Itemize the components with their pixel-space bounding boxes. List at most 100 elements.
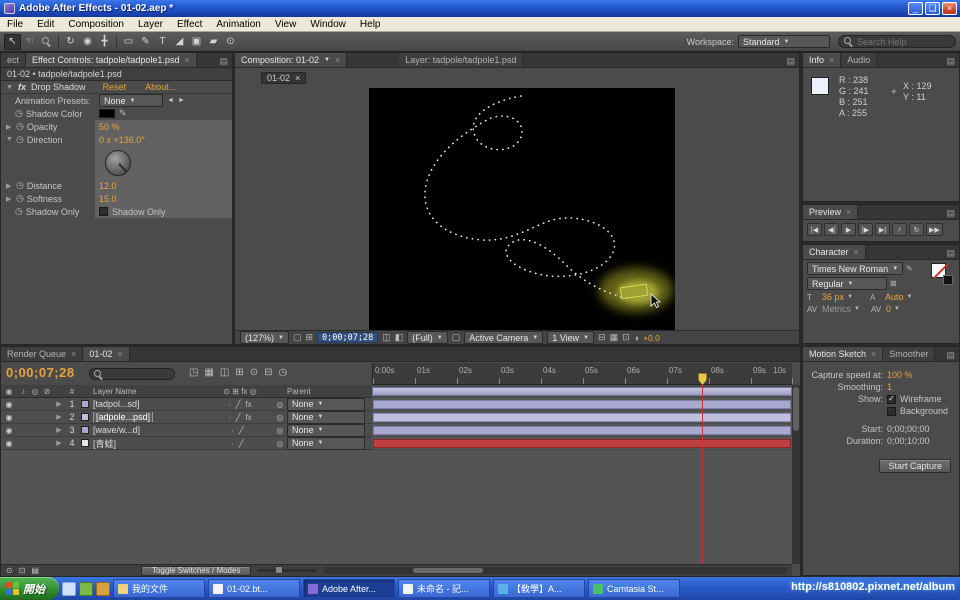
- menu-help[interactable]: Help: [353, 19, 388, 30]
- lock-column-icon[interactable]: ⊘: [41, 387, 53, 396]
- render-queue-tab[interactable]: Render Queue×: [1, 347, 83, 361]
- stopwatch-icon[interactable]: ◷: [16, 193, 24, 204]
- expand-layer-switches-icon[interactable]: ⊙: [6, 566, 13, 575]
- prev-preset-icon[interactable]: ◄: [167, 97, 174, 104]
- puppet-pin-tool-icon[interactable]: ⊙: [222, 34, 239, 50]
- taskbar-button-text-file[interactable]: 01-02.bt...: [208, 579, 300, 598]
- pick-whip-icon[interactable]: ◎: [273, 413, 287, 422]
- close-icon[interactable]: ×: [117, 349, 122, 359]
- fill-stroke-swatches[interactable]: [931, 263, 953, 285]
- exposure-value[interactable]: +0.0: [643, 333, 660, 343]
- composition-viewport[interactable]: [369, 88, 675, 330]
- comp-mini-tab[interactable]: 01-02 ×: [261, 72, 306, 84]
- close-icon[interactable]: ×: [295, 73, 300, 83]
- layer-name-column[interactable]: Layer Name: [91, 387, 207, 396]
- help-search-input[interactable]: [857, 37, 960, 47]
- chevron-down-icon[interactable]: ▼: [894, 306, 900, 312]
- ram-preview-button[interactable]: ▶▶: [926, 223, 943, 236]
- magnification-dropdown[interactable]: (127%)▼: [240, 331, 289, 344]
- timeline-button-icon[interactable]: ▦: [610, 332, 619, 343]
- help-search-box[interactable]: [838, 35, 956, 48]
- collapse-icon[interactable]: ▼: [6, 84, 13, 91]
- expand-transfer-icon[interactable]: ⊡: [19, 566, 26, 575]
- auto-keyframe-icon[interactable]: ◷: [279, 367, 288, 378]
- label-color-swatch[interactable]: [81, 439, 89, 447]
- panel-menu-icon[interactable]: ▤: [942, 56, 959, 67]
- expand-icon[interactable]: ▶: [53, 400, 65, 408]
- taskbar-button-camtasia[interactable]: Camtasia St...: [588, 579, 680, 598]
- work-area-bar[interactable]: [372, 387, 792, 396]
- panel-menu-icon[interactable]: ▤: [942, 350, 959, 361]
- smoothing-value[interactable]: 1: [887, 382, 892, 392]
- layer-name[interactable]: [wave/w...d]: [91, 425, 207, 435]
- layer-3-duration-bar[interactable]: [373, 426, 791, 435]
- layer-row-2[interactable]: ◉ ▶ 2 [adpole...psd] ∙╱fx ◎ None▼: [1, 411, 372, 424]
- panel-menu-icon[interactable]: ▤: [942, 208, 959, 219]
- close-icon[interactable]: ×: [854, 247, 859, 257]
- motion-sketch-tab[interactable]: Motion Sketch×: [803, 347, 883, 361]
- timeline-horizontal-scrollbar[interactable]: [323, 567, 787, 574]
- menu-effect[interactable]: Effect: [170, 19, 209, 30]
- shadow-only-checkbox[interactable]: [99, 207, 108, 216]
- snapshot-icon[interactable]: ◫: [382, 332, 391, 343]
- layer-row-4[interactable]: ◉ ▶ 4 [青蛙] ∙╱ ◎ None▼: [1, 437, 372, 450]
- region-of-interest-icon[interactable]: ▢: [452, 332, 461, 343]
- stopwatch-icon[interactable]: ◷: [16, 121, 24, 132]
- composition-mini-flowchart-icon[interactable]: ◳: [189, 367, 198, 378]
- motion-blur-icon[interactable]: ⊙: [250, 367, 258, 378]
- background-checkbox[interactable]: [887, 407, 896, 416]
- effect-controls-tab[interactable]: Effect Controls: tadpole/tadpole1.psd×: [26, 53, 197, 67]
- selection-tool-icon[interactable]: ↖: [4, 34, 21, 50]
- eraser-tool-icon[interactable]: ▰: [205, 34, 222, 50]
- clone-stamp-tool-icon[interactable]: ▣: [188, 34, 205, 50]
- solo-column-icon[interactable]: ◎: [29, 387, 41, 396]
- stopwatch-icon[interactable]: ◷: [15, 108, 23, 119]
- reset-link[interactable]: Reset: [103, 82, 127, 92]
- timeline-comp-tab[interactable]: 01-02×: [83, 347, 129, 361]
- first-frame-button[interactable]: |◀: [807, 223, 822, 236]
- expand-icon[interactable]: ▶: [6, 123, 13, 131]
- selected-layer-outline[interactable]: [620, 284, 647, 299]
- label-color-swatch[interactable]: [81, 426, 89, 434]
- capture-speed-value[interactable]: 100 %: [887, 370, 913, 380]
- grid-icon[interactable]: ⊞: [305, 332, 313, 343]
- taskbar-button-untitled-notepad[interactable]: 未命名 - 記...: [398, 579, 490, 598]
- taskbar-button-tutorial[interactable]: 【敎學】A...: [493, 579, 585, 598]
- audio-tab[interactable]: Audio: [841, 53, 877, 67]
- collapse-icon[interactable]: ▼: [6, 136, 13, 143]
- close-icon[interactable]: ×: [871, 349, 876, 359]
- menu-layer[interactable]: Layer: [131, 19, 170, 30]
- stopwatch-icon[interactable]: ◷: [15, 206, 23, 217]
- current-time-display[interactable]: 0;00;07;28: [6, 365, 75, 380]
- chevron-down-icon[interactable]: ▼: [847, 294, 853, 300]
- composition-tab[interactable]: Composition: 01-02 ▼ ×: [235, 53, 347, 67]
- rotation-tool-icon[interactable]: ↻: [62, 34, 79, 50]
- timeline-search-box[interactable]: [89, 368, 175, 380]
- restore-button[interactable]: ❏: [925, 2, 940, 15]
- direction-dial[interactable]: [105, 150, 131, 176]
- smoother-tab[interactable]: Smoother: [883, 347, 935, 361]
- menu-file[interactable]: File: [0, 19, 30, 30]
- chevron-down-icon[interactable]: ▼: [854, 306, 860, 312]
- character-tab[interactable]: Character×: [803, 245, 866, 259]
- quick-launch-icon[interactable]: [96, 582, 110, 596]
- leading-value[interactable]: Auto: [885, 292, 904, 302]
- menu-composition[interactable]: Composition: [61, 19, 131, 30]
- flowchart-icon[interactable]: ⊡: [622, 332, 630, 343]
- timeline-vertical-scrollbar[interactable]: [792, 385, 800, 564]
- frame-blending-icon[interactable]: ⊞: [235, 367, 243, 378]
- parent-dropdown[interactable]: None▼: [287, 424, 365, 437]
- menu-edit[interactable]: Edit: [30, 19, 61, 30]
- brainstorm-icon[interactable]: ⊟: [264, 367, 272, 378]
- timeline-zoom-slider[interactable]: [257, 569, 317, 572]
- toggle-switches-modes-button[interactable]: Toggle Switches / Modes: [141, 566, 252, 576]
- font-size-value[interactable]: 36 px: [822, 292, 844, 302]
- layer-name[interactable]: [青蛙]: [91, 437, 207, 450]
- expand-icon[interactable]: ▶: [53, 413, 65, 421]
- eye-icon[interactable]: ◉: [1, 439, 17, 448]
- kerning-value[interactable]: Metrics: [822, 304, 851, 314]
- direction-value[interactable]: 0 x +136.0°: [99, 135, 145, 145]
- layer-name[interactable]: [tadpol...sd]: [91, 399, 207, 409]
- start-button[interactable]: 開始: [0, 577, 59, 600]
- close-icon[interactable]: ×: [335, 55, 340, 65]
